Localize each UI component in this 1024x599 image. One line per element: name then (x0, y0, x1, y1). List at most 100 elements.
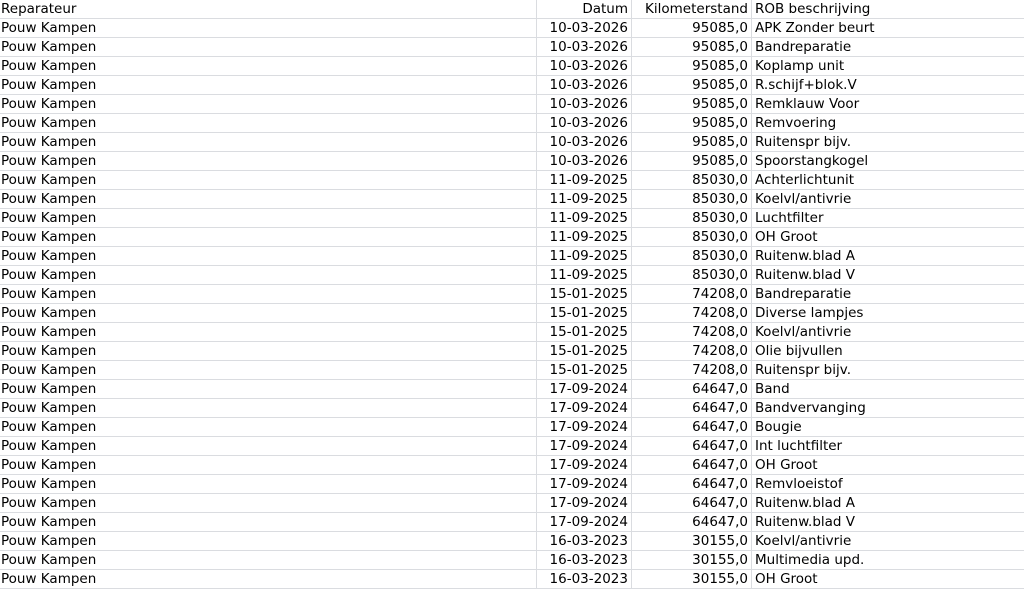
cell-reparateur[interactable]: Pouw Kampen (0, 76, 537, 94)
cell-rob-beschrijving[interactable]: Band (752, 380, 1024, 398)
cell-datum[interactable]: 11-09-2025 (537, 228, 632, 246)
cell-rob-beschrijving[interactable]: Ruitenspr bijv. (752, 133, 1024, 151)
cell-kilometerstand[interactable]: 64647,0 (632, 380, 752, 398)
cell-rob-beschrijving[interactable]: Bougie (752, 418, 1024, 436)
cell-reparateur[interactable]: Pouw Kampen (0, 171, 537, 189)
cell-datum[interactable]: 17-09-2024 (537, 456, 632, 474)
cell-reparateur[interactable]: Pouw Kampen (0, 57, 537, 75)
cell-kilometerstand[interactable]: 95085,0 (632, 133, 752, 151)
cell-datum[interactable]: 11-09-2025 (537, 190, 632, 208)
cell-datum[interactable]: 17-09-2024 (537, 437, 632, 455)
cell-datum[interactable]: 10-03-2026 (537, 152, 632, 170)
cell-reparateur[interactable]: Pouw Kampen (0, 304, 537, 322)
cell-datum[interactable]: 11-09-2025 (537, 209, 632, 227)
cell-kilometerstand[interactable]: 64647,0 (632, 475, 752, 493)
cell-reparateur[interactable]: Pouw Kampen (0, 456, 537, 474)
cell-reparateur[interactable]: Pouw Kampen (0, 418, 537, 436)
cell-rob-beschrijving[interactable]: Achterlichtunit (752, 171, 1024, 189)
cell-reparateur[interactable]: Pouw Kampen (0, 95, 537, 113)
cell-datum[interactable]: 16-03-2023 (537, 532, 632, 550)
cell-kilometerstand[interactable]: 74208,0 (632, 323, 752, 341)
cell-reparateur[interactable]: Pouw Kampen (0, 342, 537, 360)
cell-reparateur[interactable]: Pouw Kampen (0, 551, 537, 569)
cell-datum[interactable]: 10-03-2026 (537, 95, 632, 113)
cell-rob-beschrijving[interactable]: Ruitenw.blad V (752, 513, 1024, 531)
cell-kilometerstand[interactable]: 30155,0 (632, 551, 752, 569)
cell-datum[interactable]: 10-03-2026 (537, 19, 632, 37)
cell-rob-beschrijving[interactable]: Spoorstangkogel (752, 152, 1024, 170)
cell-datum[interactable]: 15-01-2025 (537, 361, 632, 379)
cell-rob-beschrijving[interactable]: Koelvl/antivrie (752, 323, 1024, 341)
cell-kilometerstand[interactable]: 64647,0 (632, 437, 752, 455)
cell-rob-beschrijving[interactable]: Bandreparatie (752, 285, 1024, 303)
cell-kilometerstand[interactable]: 95085,0 (632, 114, 752, 132)
cell-kilometerstand[interactable]: 95085,0 (632, 19, 752, 37)
cell-kilometerstand[interactable]: 85030,0 (632, 190, 752, 208)
cell-reparateur[interactable]: Pouw Kampen (0, 114, 537, 132)
cell-reparateur[interactable]: Pouw Kampen (0, 190, 537, 208)
cell-rob-beschrijving[interactable]: R.schijf+blok.V (752, 76, 1024, 94)
cell-datum[interactable]: 17-09-2024 (537, 494, 632, 512)
cell-datum[interactable]: 11-09-2025 (537, 171, 632, 189)
cell-datum[interactable]: 16-03-2023 (537, 551, 632, 569)
cell-kilometerstand[interactable]: 85030,0 (632, 171, 752, 189)
header-rob-beschrijving[interactable]: ROB beschrijving (752, 0, 1024, 18)
cell-datum[interactable]: 15-01-2025 (537, 285, 632, 303)
cell-datum[interactable]: 11-09-2025 (537, 266, 632, 284)
cell-rob-beschrijving[interactable]: Luchtfilter (752, 209, 1024, 227)
cell-kilometerstand[interactable]: 30155,0 (632, 532, 752, 550)
cell-rob-beschrijving[interactable]: Multimedia upd. (752, 551, 1024, 569)
cell-kilometerstand[interactable]: 85030,0 (632, 209, 752, 227)
cell-rob-beschrijving[interactable]: Ruitenw.blad A (752, 494, 1024, 512)
cell-rob-beschrijving[interactable]: Koelvl/antivrie (752, 532, 1024, 550)
cell-reparateur[interactable]: Pouw Kampen (0, 228, 537, 246)
cell-rob-beschrijving[interactable]: Ruitenspr bijv. (752, 361, 1024, 379)
cell-reparateur[interactable]: Pouw Kampen (0, 266, 537, 284)
cell-reparateur[interactable]: Pouw Kampen (0, 570, 537, 588)
cell-kilometerstand[interactable]: 74208,0 (632, 342, 752, 360)
cell-datum[interactable]: 10-03-2026 (537, 57, 632, 75)
cell-reparateur[interactable]: Pouw Kampen (0, 513, 537, 531)
cell-rob-beschrijving[interactable]: Olie bijvullen (752, 342, 1024, 360)
cell-reparateur[interactable]: Pouw Kampen (0, 38, 537, 56)
cell-rob-beschrijving[interactable]: OH Groot (752, 570, 1024, 588)
cell-kilometerstand[interactable]: 74208,0 (632, 285, 752, 303)
cell-datum[interactable]: 10-03-2026 (537, 114, 632, 132)
cell-reparateur[interactable]: Pouw Kampen (0, 399, 537, 417)
cell-rob-beschrijving[interactable]: Bandvervanging (752, 399, 1024, 417)
header-datum[interactable]: Datum (537, 0, 632, 18)
cell-rob-beschrijving[interactable]: OH Groot (752, 456, 1024, 474)
cell-reparateur[interactable]: Pouw Kampen (0, 494, 537, 512)
header-kilometerstand[interactable]: Kilometerstand (632, 0, 752, 18)
cell-kilometerstand[interactable]: 95085,0 (632, 152, 752, 170)
cell-datum[interactable]: 17-09-2024 (537, 475, 632, 493)
cell-datum[interactable]: 10-03-2026 (537, 38, 632, 56)
cell-reparateur[interactable]: Pouw Kampen (0, 19, 537, 37)
cell-rob-beschrijving[interactable]: Koelvl/antivrie (752, 190, 1024, 208)
cell-rob-beschrijving[interactable]: Remvloeistof (752, 475, 1024, 493)
cell-reparateur[interactable]: Pouw Kampen (0, 532, 537, 550)
cell-datum[interactable]: 17-09-2024 (537, 513, 632, 531)
cell-rob-beschrijving[interactable]: OH Groot (752, 228, 1024, 246)
cell-reparateur[interactable]: Pouw Kampen (0, 209, 537, 227)
cell-datum[interactable]: 15-01-2025 (537, 323, 632, 341)
cell-datum[interactable]: 16-03-2023 (537, 570, 632, 588)
cell-rob-beschrijving[interactable]: Diverse lampjes (752, 304, 1024, 322)
cell-kilometerstand[interactable]: 64647,0 (632, 513, 752, 531)
cell-reparateur[interactable]: Pouw Kampen (0, 380, 537, 398)
cell-kilometerstand[interactable]: 64647,0 (632, 418, 752, 436)
cell-reparateur[interactable]: Pouw Kampen (0, 323, 537, 341)
cell-rob-beschrijving[interactable]: Ruitenw.blad A (752, 247, 1024, 265)
cell-datum[interactable]: 10-03-2026 (537, 76, 632, 94)
cell-kilometerstand[interactable]: 85030,0 (632, 247, 752, 265)
cell-kilometerstand[interactable]: 85030,0 (632, 266, 752, 284)
cell-reparateur[interactable]: Pouw Kampen (0, 133, 537, 151)
cell-rob-beschrijving[interactable]: Int luchtfilter (752, 437, 1024, 455)
cell-reparateur[interactable]: Pouw Kampen (0, 437, 537, 455)
cell-reparateur[interactable]: Pouw Kampen (0, 152, 537, 170)
cell-datum[interactable]: 11-09-2025 (537, 247, 632, 265)
cell-reparateur[interactable]: Pouw Kampen (0, 361, 537, 379)
cell-datum[interactable]: 10-03-2026 (537, 133, 632, 151)
cell-kilometerstand[interactable]: 95085,0 (632, 95, 752, 113)
cell-datum[interactable]: 17-09-2024 (537, 380, 632, 398)
